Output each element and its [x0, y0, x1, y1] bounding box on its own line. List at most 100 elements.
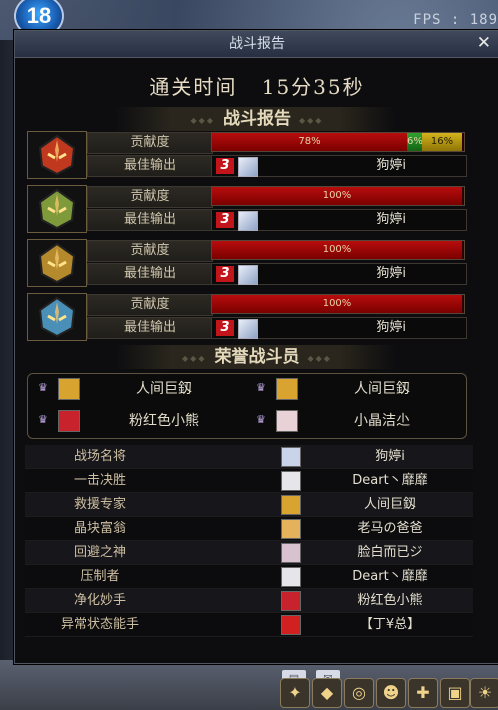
honor-player-name: 小晶洁尐: [354, 413, 410, 429]
character-portrait: [27, 185, 87, 233]
player-avatar-icon: [238, 157, 258, 177]
title-row: 异常状态能手 【丁¥总】: [25, 613, 473, 637]
player-avatar-icon: [276, 378, 298, 400]
report-row: 贡献度 最佳输出 78% 6% 16% 3 狗婷i: [27, 131, 479, 181]
contribution-label: 贡献度: [87, 240, 213, 262]
honor-player-name: 粉红色小熊: [129, 413, 199, 429]
close-icon[interactable]: ✕: [477, 33, 491, 53]
honor-player[interactable]: ♛ 人间巨釼: [246, 374, 464, 404]
player-avatar-icon: [281, 495, 301, 515]
contribution-bar: 100%: [211, 294, 465, 314]
title-row: 净化妙手 粉红色小熊: [25, 589, 473, 613]
title-name: 压制者: [80, 569, 120, 584]
character-portrait: [27, 131, 87, 179]
title-player: 老马の爸爸: [357, 521, 423, 536]
contribution-segment: 100%: [212, 241, 462, 259]
contribution-segment: 78%: [212, 133, 407, 151]
honor-box: ♛ 人间巨釼 ♛ 人间巨釼 ♛ 粉红色小熊 ♛ 小晶洁尐: [27, 373, 467, 439]
title-name: 净化妙手: [73, 593, 126, 608]
rank-badge-icon: 3: [216, 158, 234, 174]
best-output-row: 3 狗婷i: [211, 155, 467, 177]
honor-player[interactable]: ♛ 人间巨釼: [28, 374, 246, 404]
clear-time: 通关时间 15分35秒: [15, 71, 498, 100]
report-row: 贡献度 最佳输出 100% 3 狗婷i: [27, 293, 479, 343]
honor-player[interactable]: ♛ 小晶洁尐: [246, 406, 464, 436]
title-name: 异常状态能手: [60, 617, 139, 632]
skill-slot-icon[interactable]: ✚: [408, 678, 438, 708]
skill-slot-icon[interactable]: ◆: [312, 678, 342, 708]
best-output-player: 狗婷i: [376, 212, 406, 227]
crown-icon: ♛: [38, 381, 48, 394]
honor-player[interactable]: ♛ 粉红色小熊: [28, 406, 246, 436]
player-avatar-icon: [238, 211, 258, 231]
title-list: 战场名将 狗婷i 一击决胜 Deart丶靡靡 救援专家 人间巨釼 晶块富翁 老马の爸爸 回避之神…: [25, 445, 473, 637]
title-row: 回避之神 脸白而已ジ: [25, 541, 473, 565]
report-section-header: 战斗报告: [15, 107, 498, 131]
fps-counter: FPS : 189: [413, 12, 498, 28]
title-row: 晶块富翁 老马の爸爸: [25, 517, 473, 541]
title-player: 【丁¥总】: [359, 617, 421, 632]
player-avatar-icon: [58, 378, 80, 400]
player-avatar-icon: [281, 567, 301, 587]
skill-slot-icon[interactable]: ☀: [470, 678, 498, 708]
title-name: 回避之神: [73, 545, 126, 560]
title-row: 压制者 Deart丶靡靡: [25, 565, 473, 589]
honor-player-name: 人间巨釼: [354, 381, 410, 397]
player-avatar-icon: [238, 265, 258, 285]
skill-slot-icon[interactable]: ☻: [376, 678, 406, 708]
contribution-bar: 100%: [211, 240, 465, 260]
title-player: 脸白而已ジ: [357, 545, 423, 560]
best-output-label: 最佳输出: [87, 209, 213, 231]
best-output-label: 最佳输出: [87, 155, 213, 177]
title-name: 一击决胜: [73, 473, 126, 488]
contribution-label: 贡献度: [87, 186, 213, 208]
player-avatar-icon: [238, 319, 258, 339]
player-avatar-icon: [58, 410, 80, 432]
skill-slot-icon[interactable]: ◎: [344, 678, 374, 708]
contribution-segment: 6%: [407, 133, 423, 151]
skill-slot-icon[interactable]: ▣: [440, 678, 470, 708]
best-output-row: 3 狗婷i: [211, 317, 467, 339]
rank-badge-icon: 3: [216, 266, 234, 282]
title-player: 人间巨釼: [363, 497, 416, 512]
best-output-player: 狗婷i: [376, 320, 406, 335]
contribution-bar: 100%: [211, 186, 465, 206]
contribution-segment: 100%: [212, 295, 462, 313]
window-title: 战斗报告: [229, 36, 285, 52]
title-player: 粉红色小熊: [357, 593, 423, 608]
contribution-bar: 78% 6% 16%: [211, 132, 465, 152]
contribution-segment: 100%: [212, 187, 462, 205]
best-output-label: 最佳输出: [87, 263, 213, 285]
battle-report-window: 战斗报告 ✕ 通关时间 15分35秒 战斗报告 贡献度最佳输出78%6%16%3…: [14, 30, 498, 664]
title-player: Deart丶靡靡: [352, 569, 428, 584]
clear-time-value: 15分35秒: [261, 75, 365, 99]
rank-badge-icon: 3: [216, 320, 234, 336]
report-row: 贡献度 最佳输出 100% 3 狗婷i: [27, 185, 479, 235]
player-avatar-icon: [281, 519, 301, 539]
title-row: 救援专家 人间巨釼: [25, 493, 473, 517]
rank-badge-icon: 3: [216, 212, 234, 228]
best-output-player: 狗婷i: [376, 158, 406, 173]
crown-icon: ♛: [38, 413, 48, 426]
report-row: 贡献度 最佳输出 100% 3 狗婷i: [27, 239, 479, 289]
skill-slot-icon[interactable]: ✦: [280, 678, 310, 708]
player-avatar-icon: [281, 447, 301, 467]
best-output-player: 狗婷i: [376, 266, 406, 281]
best-output-row: 3 狗婷i: [211, 209, 467, 231]
player-avatar-icon: [281, 615, 301, 635]
window-titlebar[interactable]: 战斗报告 ✕: [15, 31, 498, 58]
contribution-label: 贡献度: [87, 294, 213, 316]
title-row: 一击决胜 Deart丶靡靡: [25, 469, 473, 493]
player-avatar-icon: [276, 410, 298, 432]
honor-player-name: 人间巨釼: [136, 381, 192, 397]
title-player: Deart丶靡靡: [352, 473, 428, 488]
player-avatar-icon: [281, 471, 301, 491]
crown-icon: ♛: [256, 381, 266, 394]
clear-time-label: 通关时间: [149, 75, 238, 99]
title-name: 战场名将: [73, 449, 126, 464]
best-output-row: 3 狗婷i: [211, 263, 467, 285]
best-output-label: 最佳输出: [87, 317, 213, 339]
crown-icon: ♛: [256, 413, 266, 426]
honor-section-header: 荣誉战斗员: [15, 345, 498, 369]
title-name: 救援专家: [73, 497, 126, 512]
